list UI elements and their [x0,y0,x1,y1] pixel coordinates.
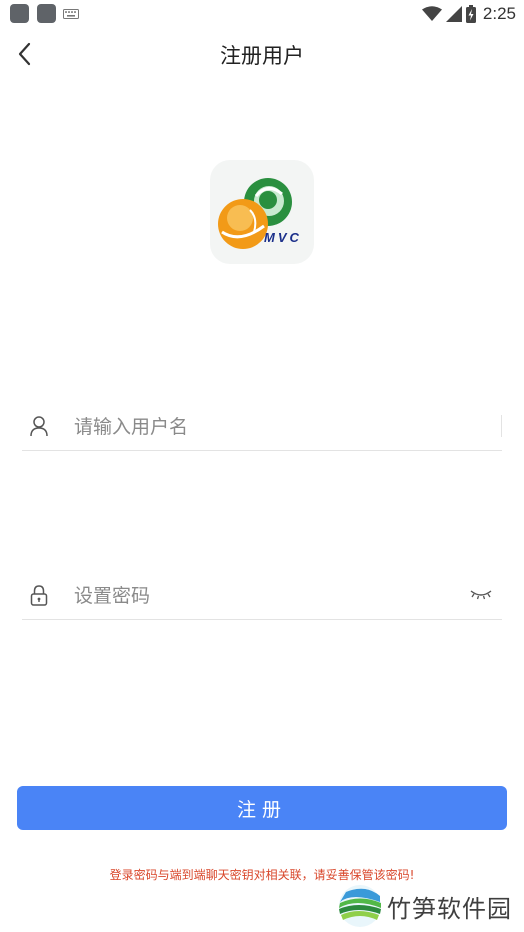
app-logo: MVC [210,160,314,264]
notification-icon [37,4,56,23]
notification-icon [10,4,29,23]
status-bar: 2:25 [0,0,524,28]
watermark-logo-icon [339,885,381,927]
password-notice: 登录密码与端到端聊天密钥对相关联，请妥善保管该密码! [109,868,415,882]
watermark-text: 竹笋软件园 [387,894,512,923]
battery-icon [465,5,476,23]
keyboard-icon [63,9,79,19]
watermark: 竹笋软件园 [338,884,512,928]
signal-icon [445,6,462,22]
password-input[interactable] [74,580,454,612]
password-field [22,572,502,620]
status-time: 2:25 [482,4,516,23]
field-divider [501,415,502,437]
username-field [22,403,502,451]
eye-closed-icon[interactable] [470,586,492,602]
logo-graphic: MVC [218,178,302,249]
wifi-icon [421,6,442,21]
navigation-bar: 注册用户 [0,28,524,80]
username-input[interactable] [74,411,454,443]
page-title: 注册用户 [220,44,304,68]
lock-icon [30,585,48,606]
register-button[interactable]: 注册 [17,786,507,830]
user-icon [30,416,48,437]
svg-text:MVC: MVC [264,230,302,245]
